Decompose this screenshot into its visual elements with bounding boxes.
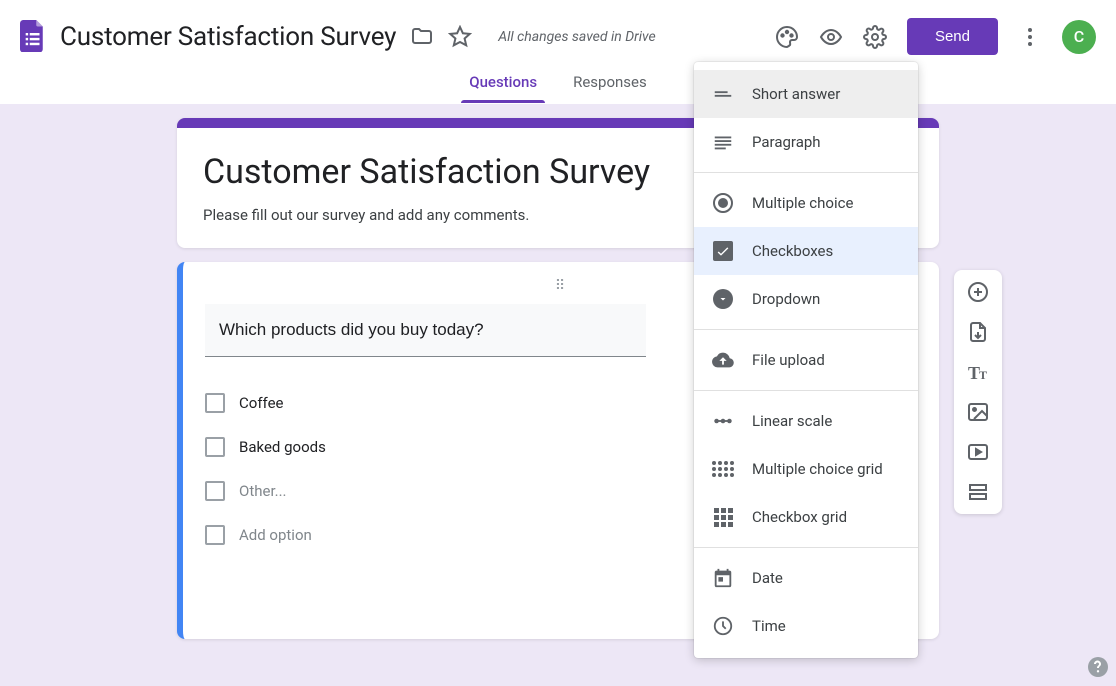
add-section-icon[interactable] (966, 480, 990, 504)
dropdown-icon (712, 288, 734, 310)
avatar[interactable]: C (1062, 20, 1096, 54)
add-title-icon[interactable]: TT (966, 360, 990, 384)
option-other-label[interactable]: Other... (239, 482, 287, 500)
help-icon[interactable] (1086, 655, 1110, 679)
add-question-icon[interactable] (966, 280, 990, 304)
menu-item-label: Date (752, 569, 783, 587)
folder-icon[interactable] (410, 25, 434, 49)
checkbox-icon (205, 393, 225, 413)
svg-text:T: T (979, 368, 987, 382)
app-header: Customer Satisfaction Survey All changes… (0, 0, 1116, 65)
paragraph-icon (712, 131, 734, 153)
menu-divider (694, 172, 918, 173)
gear-icon[interactable] (863, 25, 887, 49)
menu-item-mc-grid[interactable]: Multiple choice grid (694, 445, 918, 493)
side-toolbar: TT (954, 270, 1002, 514)
checkbox-icon (205, 437, 225, 457)
menu-item-multiple-choice[interactable]: Multiple choice (694, 179, 918, 227)
menu-item-dropdown[interactable]: Dropdown (694, 275, 918, 323)
question-type-menu: Short answer Paragraph Multiple choice C… (694, 62, 918, 658)
option-label[interactable]: Coffee (239, 394, 283, 412)
checkbox-icon (712, 240, 734, 262)
form-canvas: Customer Satisfaction Survey Please fill… (0, 104, 1116, 686)
menu-item-label: Time (752, 617, 786, 635)
menu-item-time[interactable]: Time (694, 602, 918, 650)
clock-icon (712, 615, 734, 637)
menu-item-label: File upload (752, 351, 825, 369)
linear-scale-icon (712, 410, 734, 432)
send-button[interactable]: Send (907, 18, 998, 55)
menu-item-paragraph[interactable]: Paragraph (694, 118, 918, 166)
add-video-icon[interactable] (966, 440, 990, 464)
menu-item-label: Paragraph (752, 133, 821, 151)
checkbox-icon (205, 481, 225, 501)
menu-item-linear-scale[interactable]: Linear scale (694, 397, 918, 445)
star-icon[interactable] (448, 25, 472, 49)
menu-item-checkbox-grid[interactable]: Checkbox grid (694, 493, 918, 541)
menu-divider (694, 329, 918, 330)
grid-dots-icon (712, 458, 734, 480)
more-icon[interactable] (1018, 25, 1042, 49)
menu-item-label: Multiple choice (752, 194, 853, 212)
short-text-icon (712, 83, 734, 105)
menu-item-label: Multiple choice grid (752, 460, 883, 478)
calendar-icon (712, 567, 734, 589)
form-name[interactable]: Customer Satisfaction Survey (60, 22, 396, 52)
radio-icon (712, 192, 734, 214)
header-actions: Send C (775, 18, 1096, 55)
tab-questions[interactable]: Questions (465, 65, 541, 103)
menu-item-checkboxes[interactable]: Checkboxes (694, 227, 918, 275)
menu-item-label: Linear scale (752, 412, 832, 430)
forms-logo-icon (20, 20, 46, 54)
option-label[interactable]: Baked goods (239, 438, 326, 456)
menu-item-label: Dropdown (752, 290, 820, 308)
menu-item-label: Short answer (752, 85, 840, 103)
menu-item-label: Checkboxes (752, 242, 833, 260)
import-questions-icon[interactable] (966, 320, 990, 344)
tab-responses[interactable]: Responses (569, 65, 651, 103)
menu-item-short-answer[interactable]: Short answer (694, 70, 918, 118)
save-status: All changes saved in Drive (498, 29, 655, 45)
add-image-icon[interactable] (966, 400, 990, 424)
palette-icon[interactable] (775, 25, 799, 49)
tabs: Questions Responses (0, 65, 1116, 104)
question-text-input[interactable] (205, 304, 646, 357)
preview-icon[interactable] (819, 25, 843, 49)
menu-divider (694, 547, 918, 548)
menu-item-file-upload[interactable]: File upload (694, 336, 918, 384)
checkbox-icon (205, 525, 225, 545)
menu-item-label: Checkbox grid (752, 508, 847, 526)
grid-squares-icon (712, 506, 734, 528)
cloud-upload-icon (712, 349, 734, 371)
add-option-label[interactable]: Add option (239, 526, 312, 544)
menu-divider (694, 390, 918, 391)
menu-item-date[interactable]: Date (694, 554, 918, 602)
